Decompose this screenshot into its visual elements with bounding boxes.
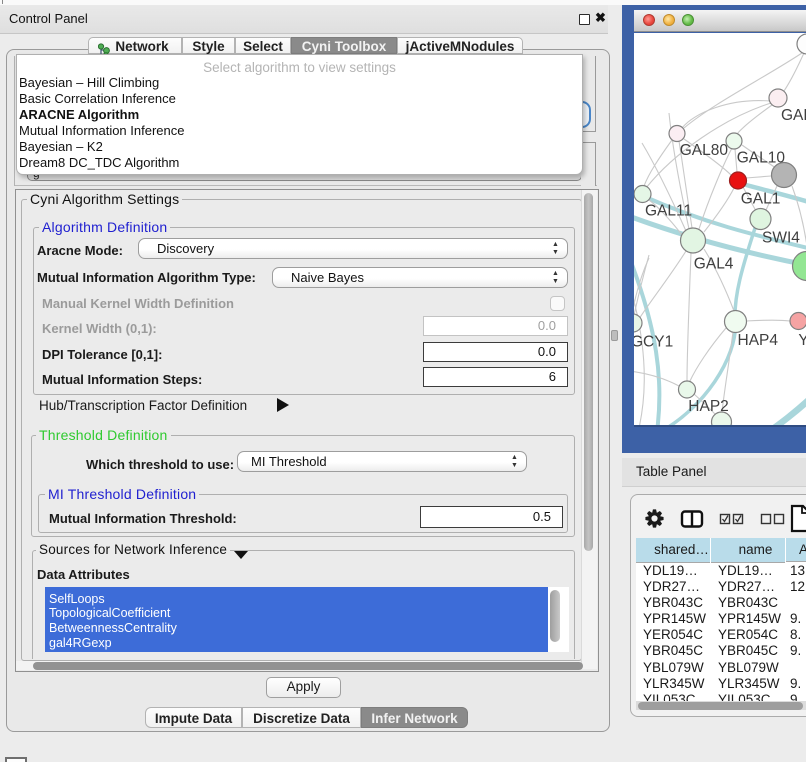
svg-text:SWI4: SWI4 [762,230,800,247]
svg-text:GAL1: GAL1 [741,191,781,208]
svg-text:GAL11: GAL11 [645,203,692,220]
svg-text:GAL4: GAL4 [694,255,734,272]
svg-text:GAL: GAL [781,107,806,124]
svg-text:GCY1: GCY1 [634,334,673,351]
svg-text:GAL10: GAL10 [737,150,786,167]
svg-text:HAP4: HAP4 [738,332,779,349]
svg-text:HAP2: HAP2 [688,398,729,415]
svg-text:GAL80: GAL80 [680,142,729,159]
svg-text:Y: Y [798,332,806,349]
